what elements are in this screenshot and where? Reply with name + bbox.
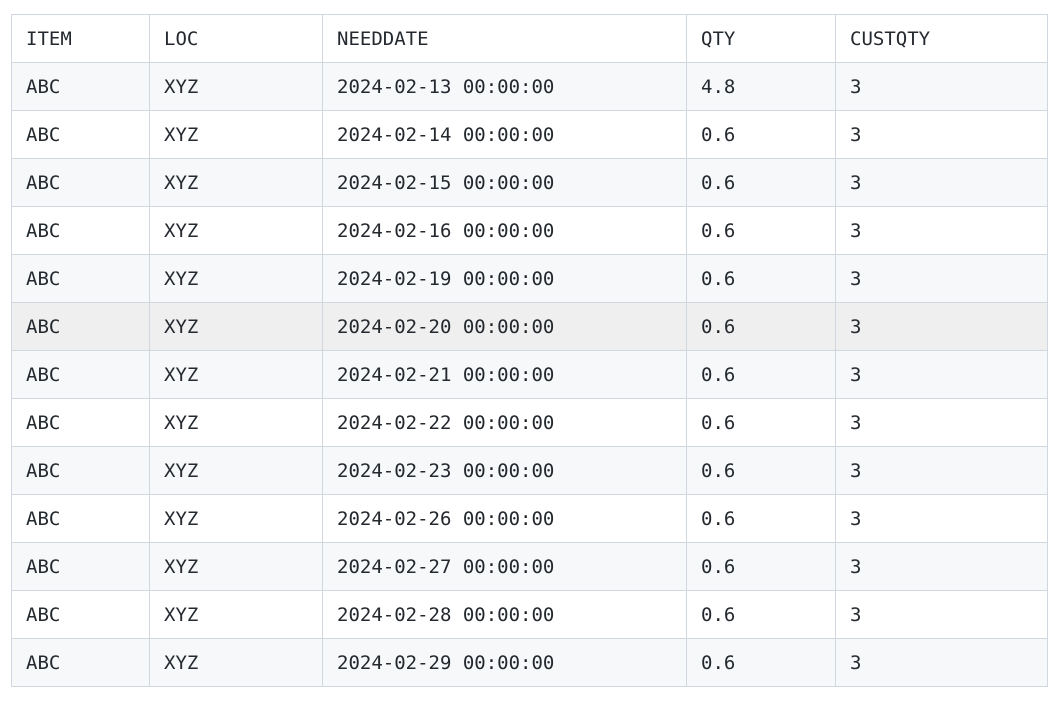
- cell-item: ABC: [11, 350, 150, 399]
- cell-needdate: 2024-02-22 00:00:00: [322, 398, 687, 447]
- table-row: ABC XYZ 2024-02-13 00:00:00 4.8 3: [11, 62, 1048, 111]
- cell-needdate: 2024-02-14 00:00:00: [322, 110, 687, 159]
- cell-custqty: 3: [835, 158, 1048, 207]
- table-body: ABC XYZ 2024-02-13 00:00:00 4.8 3 ABC XY…: [11, 62, 1048, 687]
- cell-custqty: 3: [835, 302, 1048, 351]
- cell-custqty: 3: [835, 638, 1048, 687]
- table-row: ABC XYZ 2024-02-21 00:00:00 0.6 3: [11, 350, 1048, 399]
- cell-custqty: 3: [835, 494, 1048, 543]
- cell-loc: XYZ: [149, 110, 323, 159]
- cell-needdate: 2024-02-20 00:00:00: [322, 302, 687, 351]
- cell-loc: XYZ: [149, 542, 323, 591]
- cell-qty: 0.6: [686, 446, 836, 495]
- header-row: ITEM LOC NEEDDATE QTY CUSTQTY: [11, 14, 1048, 63]
- cell-item: ABC: [11, 254, 150, 303]
- table-row: ABC XYZ 2024-02-27 00:00:00 0.6 3: [11, 542, 1048, 591]
- cell-qty: 0.6: [686, 542, 836, 591]
- cell-custqty: 3: [835, 254, 1048, 303]
- column-header-loc: LOC: [149, 14, 323, 63]
- cell-custqty: 3: [835, 542, 1048, 591]
- cell-item: ABC: [11, 158, 150, 207]
- cell-needdate: 2024-02-23 00:00:00: [322, 446, 687, 495]
- cell-item: ABC: [11, 590, 150, 639]
- cell-custqty: 3: [835, 110, 1048, 159]
- cell-item: ABC: [11, 206, 150, 255]
- cell-loc: XYZ: [149, 254, 323, 303]
- cell-qty: 0.6: [686, 350, 836, 399]
- table-row: ABC XYZ 2024-02-26 00:00:00 0.6 3: [11, 494, 1048, 543]
- cell-qty: 0.6: [686, 398, 836, 447]
- cell-item: ABC: [11, 494, 150, 543]
- cell-needdate: 2024-02-29 00:00:00: [322, 638, 687, 687]
- cell-loc: XYZ: [149, 302, 323, 351]
- column-header-needdate: NEEDDATE: [322, 14, 687, 63]
- cell-item: ABC: [11, 542, 150, 591]
- cell-needdate: 2024-02-21 00:00:00: [322, 350, 687, 399]
- cell-custqty: 3: [835, 398, 1048, 447]
- cell-needdate: 2024-02-26 00:00:00: [322, 494, 687, 543]
- table-row: ABC XYZ 2024-02-20 00:00:00 0.6 3: [11, 302, 1048, 351]
- table-header: ITEM LOC NEEDDATE QTY CUSTQTY: [11, 14, 1048, 63]
- table-row: ABC XYZ 2024-02-19 00:00:00 0.6 3: [11, 254, 1048, 303]
- table-row: ABC XYZ 2024-02-29 00:00:00 0.6 3: [11, 638, 1048, 687]
- data-table: ITEM LOC NEEDDATE QTY CUSTQTY ABC XYZ 20…: [11, 14, 1048, 687]
- cell-qty: 0.6: [686, 638, 836, 687]
- cell-custqty: 3: [835, 590, 1048, 639]
- cell-loc: XYZ: [149, 494, 323, 543]
- cell-loc: XYZ: [149, 446, 323, 495]
- cell-needdate: 2024-02-16 00:00:00: [322, 206, 687, 255]
- cell-custqty: 3: [835, 350, 1048, 399]
- table-row: ABC XYZ 2024-02-15 00:00:00 0.6 3: [11, 158, 1048, 207]
- column-header-qty: QTY: [686, 14, 836, 63]
- table-row: ABC XYZ 2024-02-28 00:00:00 0.6 3: [11, 590, 1048, 639]
- cell-loc: XYZ: [149, 350, 323, 399]
- table-row: ABC XYZ 2024-02-22 00:00:00 0.6 3: [11, 398, 1048, 447]
- cell-loc: XYZ: [149, 638, 323, 687]
- table-row: ABC XYZ 2024-02-16 00:00:00 0.6 3: [11, 206, 1048, 255]
- cell-needdate: 2024-02-27 00:00:00: [322, 542, 687, 591]
- cell-loc: XYZ: [149, 206, 323, 255]
- column-header-item: ITEM: [11, 14, 150, 63]
- cell-needdate: 2024-02-28 00:00:00: [322, 590, 687, 639]
- cell-item: ABC: [11, 446, 150, 495]
- cell-qty: 0.6: [686, 206, 836, 255]
- cell-loc: XYZ: [149, 590, 323, 639]
- cell-custqty: 3: [835, 62, 1048, 111]
- cell-loc: XYZ: [149, 62, 323, 111]
- cell-qty: 4.8: [686, 62, 836, 111]
- cell-loc: XYZ: [149, 158, 323, 207]
- cell-qty: 0.6: [686, 254, 836, 303]
- column-header-custqty: CUSTQTY: [835, 14, 1048, 63]
- cell-item: ABC: [11, 398, 150, 447]
- cell-item: ABC: [11, 110, 150, 159]
- cell-needdate: 2024-02-15 00:00:00: [322, 158, 687, 207]
- cell-qty: 0.6: [686, 494, 836, 543]
- cell-custqty: 3: [835, 206, 1048, 255]
- cell-custqty: 3: [835, 446, 1048, 495]
- cell-item: ABC: [11, 302, 150, 351]
- cell-needdate: 2024-02-19 00:00:00: [322, 254, 687, 303]
- table-row: ABC XYZ 2024-02-23 00:00:00 0.6 3: [11, 446, 1048, 495]
- cell-qty: 0.6: [686, 158, 836, 207]
- cell-item: ABC: [11, 638, 150, 687]
- cell-needdate: 2024-02-13 00:00:00: [322, 62, 687, 111]
- cell-item: ABC: [11, 62, 150, 111]
- table-row: ABC XYZ 2024-02-14 00:00:00 0.6 3: [11, 110, 1048, 159]
- cell-loc: XYZ: [149, 398, 323, 447]
- cell-qty: 0.6: [686, 590, 836, 639]
- cell-qty: 0.6: [686, 302, 836, 351]
- cell-qty: 0.6: [686, 110, 836, 159]
